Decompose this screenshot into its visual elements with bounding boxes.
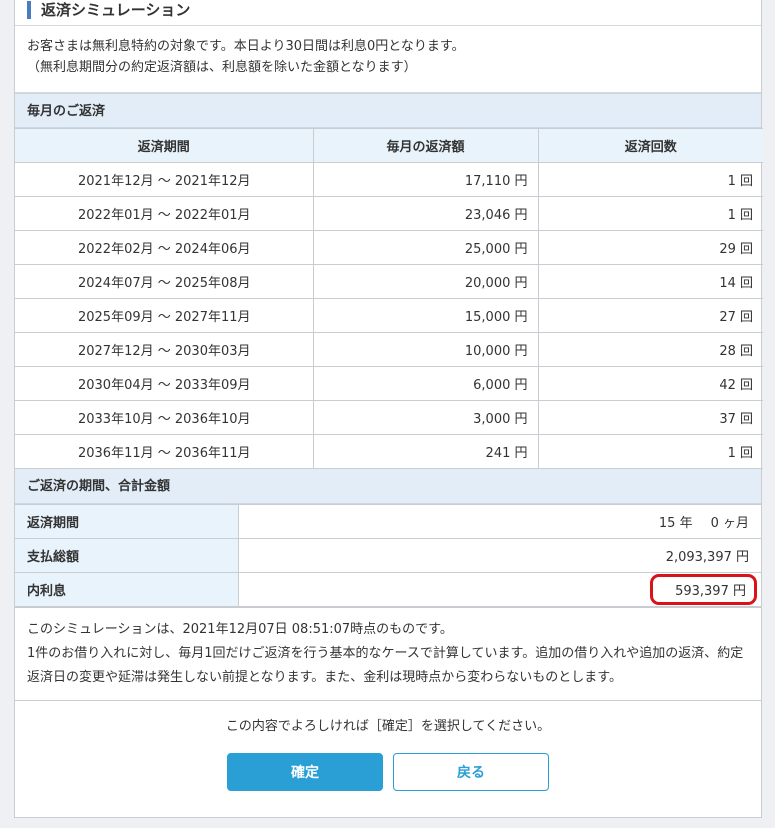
row-count: 27 回 xyxy=(537,298,763,333)
row-count: 1 回 xyxy=(537,196,763,231)
row-count: 42 回 xyxy=(537,366,763,401)
row-count: 37 回 xyxy=(537,400,763,435)
footnote-line-2: 1件のお借り入れに対し、毎月1回だけご返済を行う基本的なケースで計算しています。… xyxy=(27,646,744,685)
row-count: 1 回 xyxy=(537,162,763,197)
row-period: 2022年02月 ～ 2024年06月 xyxy=(15,230,314,265)
row-count: 14 回 xyxy=(537,264,763,299)
period-label: 返済期間 xyxy=(15,504,239,539)
summary-row-interest: 内利息 593,397 円 xyxy=(15,572,761,607)
total-value: 2,093,397 円 xyxy=(237,538,761,573)
table-row: 2024年07月 ～ 2025年08月 20,000 円 14 回 xyxy=(15,264,763,299)
summary-section-title: ご返済の期間、合計金額 xyxy=(15,469,761,504)
col-header-count: 返済回数 xyxy=(537,128,763,163)
period-years: 15 年 xyxy=(658,516,693,531)
row-period: 2021年12月 ～ 2021年12月 xyxy=(15,162,314,197)
back-button[interactable]: 戻る xyxy=(393,753,549,791)
title-bar: 返済シミュレーション xyxy=(15,0,761,26)
row-amount: 20,000 円 xyxy=(312,264,539,299)
row-amount: 10,000 円 xyxy=(312,332,539,367)
summary-table: 返済期間 15 年 0 ヶ月 支払総額 2,093,397 円 内利息 593,3… xyxy=(15,504,761,607)
table-row: 2027年12月 ～ 2030年03月 10,000 円 28 回 xyxy=(15,332,763,367)
row-period: 2027年12月 ～ 2030年03月 xyxy=(15,332,314,367)
notice-line-1: お客さまは無利息特約の対象です。本日より30日間は利息0円となります。 xyxy=(27,39,465,54)
row-period: 2030年04月 ～ 2033年09月 xyxy=(15,366,314,401)
interest-highlight-circle: 593,397 円 xyxy=(650,574,757,605)
table-row: 2021年12月 ～ 2021年12月 17,110 円 1 回 xyxy=(15,162,763,197)
notice-line-2: （無利息期間分の約定返済額は、利息額を除いた金額となります） xyxy=(27,60,417,75)
simulation-footnote: このシミュレーションは、2021年12月07日 08:51:07時点のものです。… xyxy=(15,607,761,701)
row-amount: 23,046 円 xyxy=(312,196,539,231)
table-row: 2025年09月 ～ 2027年11月 15,000 円 27 回 xyxy=(15,298,763,333)
period-value: 15 年 0 ヶ月 xyxy=(237,504,761,539)
period-months: 0 ヶ月 xyxy=(710,516,749,531)
table-header-row: 返済期間 毎月の返済額 返済回数 xyxy=(15,128,763,163)
row-period: 2025年09月 ～ 2027年11月 xyxy=(15,298,314,333)
row-amount: 3,000 円 xyxy=(312,400,539,435)
footnote-line-1: このシミュレーションは、2021年12月07日 08:51:07時点のものです。 xyxy=(27,622,453,637)
table-row: 2022年01月 ～ 2022年01月 23,046 円 1 回 xyxy=(15,196,763,231)
row-count: 29 回 xyxy=(537,230,763,265)
row-amount: 241 円 xyxy=(312,434,539,469)
interest-value-cell: 593,397 円 xyxy=(237,572,761,607)
summary-row-total: 支払総額 2,093,397 円 xyxy=(15,538,761,573)
row-count: 28 回 xyxy=(537,332,763,367)
monthly-schedule-table: 返済期間 毎月の返済額 返済回数 2021年12月 ～ 2021年12月 17,… xyxy=(15,128,763,469)
repayment-simulation-panel: 返済シミュレーション お客さまは無利息特約の対象です。本日より30日間は利息0円… xyxy=(14,0,763,818)
row-amount: 17,110 円 xyxy=(312,162,539,197)
summary-row-period: 返済期間 15 年 0 ヶ月 xyxy=(15,504,761,539)
col-header-period: 返済期間 xyxy=(15,128,314,163)
table-row: 2030年04月 ～ 2033年09月 6,000 円 42 回 xyxy=(15,366,763,401)
col-header-amount: 毎月の返済額 xyxy=(312,128,539,163)
interest-free-notice: お客さまは無利息特約の対象です。本日より30日間は利息0円となります。 （無利息… xyxy=(15,26,761,93)
row-period: 2036年11月 ～ 2036年11月 xyxy=(15,434,314,469)
total-label: 支払総額 xyxy=(15,538,239,573)
row-amount: 15,000 円 xyxy=(312,298,539,333)
interest-value: 593,397 円 xyxy=(675,584,746,599)
confirm-button[interactable]: 確定 xyxy=(227,753,383,791)
table-row: 2036年11月 ～ 2036年11月 241 円 1 回 xyxy=(15,434,763,469)
confirm-message: この内容でよろしければ［確定］を選択してください。 xyxy=(225,719,551,734)
table-row: 2033年10月 ～ 2036年10月 3,000 円 37 回 xyxy=(15,400,763,435)
interest-label: 内利息 xyxy=(15,572,239,607)
row-period: 2033年10月 ～ 2036年10月 xyxy=(15,400,314,435)
row-amount: 25,000 円 xyxy=(312,230,539,265)
monthly-section-title: 毎月のご返済 xyxy=(15,93,761,128)
table-row: 2022年02月 ～ 2024年06月 25,000 円 29 回 xyxy=(15,230,763,265)
row-period: 2024年07月 ～ 2025年08月 xyxy=(15,264,314,299)
page-title: 返済シミュレーション xyxy=(41,1,191,19)
row-period: 2022年01月 ～ 2022年01月 xyxy=(15,196,314,231)
button-group: 確定 戻る xyxy=(15,753,761,791)
row-count: 1 回 xyxy=(537,434,763,469)
title-accent-bar xyxy=(27,0,31,19)
row-amount: 6,000 円 xyxy=(312,366,539,401)
